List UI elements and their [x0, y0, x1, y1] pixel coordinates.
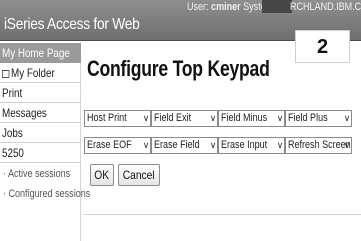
page-title: Configure Top Keypad — [87, 56, 270, 81]
ok-button[interactable]: OK — [90, 164, 114, 186]
sidebar-item-my-folder[interactable]: My Folder — [0, 64, 81, 83]
keypad-select-7[interactable]: Erase Input ∨ — [218, 137, 285, 154]
sidebar-item-label: · Active sessions — [3, 168, 71, 180]
sidebar-item-my-home-page[interactable]: My Home Page — [0, 43, 81, 63]
keypad-select-value: Erase EOF — [87, 139, 132, 151]
divider — [84, 214, 361, 215]
sidebar-item-messages[interactable]: Messages — [0, 104, 81, 123]
sidebar-item-label: · Configured sessions — [3, 188, 91, 200]
sidebar-item-label: Jobs — [2, 126, 23, 140]
keypad-select-value: Refresh Screen — [288, 139, 351, 151]
keypad-select-6[interactable]: Erase Field ∨ — [151, 137, 218, 154]
keypad-select-4[interactable]: Field Plus ∨ — [285, 110, 352, 127]
keypad-select-2[interactable]: Field Exit ∨ — [151, 110, 218, 127]
sidebar-item-label: Print — [2, 86, 23, 100]
sidebar-nav: My Home Page My Folder Print Messages Jo… — [0, 42, 90, 241]
keypad-select-8[interactable]: Refresh Screen ∨ — [285, 137, 352, 154]
sidebar-item-configured-sessions[interactable]: · Configured sessions — [0, 185, 90, 203]
chevron-down-icon: ∨ — [276, 113, 284, 123]
cancel-button[interactable]: Cancel — [118, 164, 160, 186]
user-name: cminer — [211, 1, 241, 13]
cancel-button-label: Cancel — [123, 168, 155, 182]
keypad-select-value: Field Exit — [154, 112, 192, 124]
chevron-down-icon: ∨ — [209, 140, 217, 150]
keypad-select-value: Host Print — [87, 112, 127, 124]
sidebar-item-label: My Home Page — [2, 46, 70, 60]
redacted-block — [262, 0, 292, 13]
folder-icon — [2, 70, 10, 78]
ok-button-label: OK — [94, 168, 110, 182]
user-label: User: — [187, 1, 209, 13]
keypad-select-value: Erase Input — [221, 139, 268, 151]
sidebar-item-label: Messages — [2, 106, 47, 120]
keypad-select-value: Field Minus — [221, 112, 268, 124]
sidebar-item-label: 5250 — [2, 146, 24, 160]
sidebar-item-5250[interactable]: 5250 — [0, 144, 81, 163]
system-name: RCHLAND.IBM.COM — [290, 1, 361, 13]
chevron-down-icon: ∨ — [142, 113, 150, 123]
keypad-select-1[interactable]: Host Print ∨ — [84, 110, 151, 127]
sidebar-item-jobs[interactable]: Jobs — [0, 124, 81, 143]
step-number-badge: 2 — [295, 30, 350, 63]
keypad-select-3[interactable]: Field Minus ∨ — [218, 110, 285, 127]
chevron-down-icon: ∨ — [343, 140, 351, 150]
keypad-select-5[interactable]: Erase EOF ∨ — [84, 137, 151, 154]
sidebar-item-print[interactable]: Print — [0, 84, 81, 103]
chevron-down-icon: ∨ — [142, 140, 150, 150]
chevron-down-icon: ∨ — [343, 113, 351, 123]
chevron-down-icon: ∨ — [209, 113, 217, 123]
sidebar-item-label: My Folder — [11, 66, 55, 80]
keypad-select-value: Erase Field — [154, 139, 200, 151]
keypad-select-value: Field Plus — [288, 112, 328, 124]
sidebar-item-active-sessions[interactable]: · Active sessions — [0, 165, 81, 183]
chevron-down-icon: ∨ — [276, 140, 284, 150]
app-title: iSeries Access for Web — [4, 16, 140, 33]
